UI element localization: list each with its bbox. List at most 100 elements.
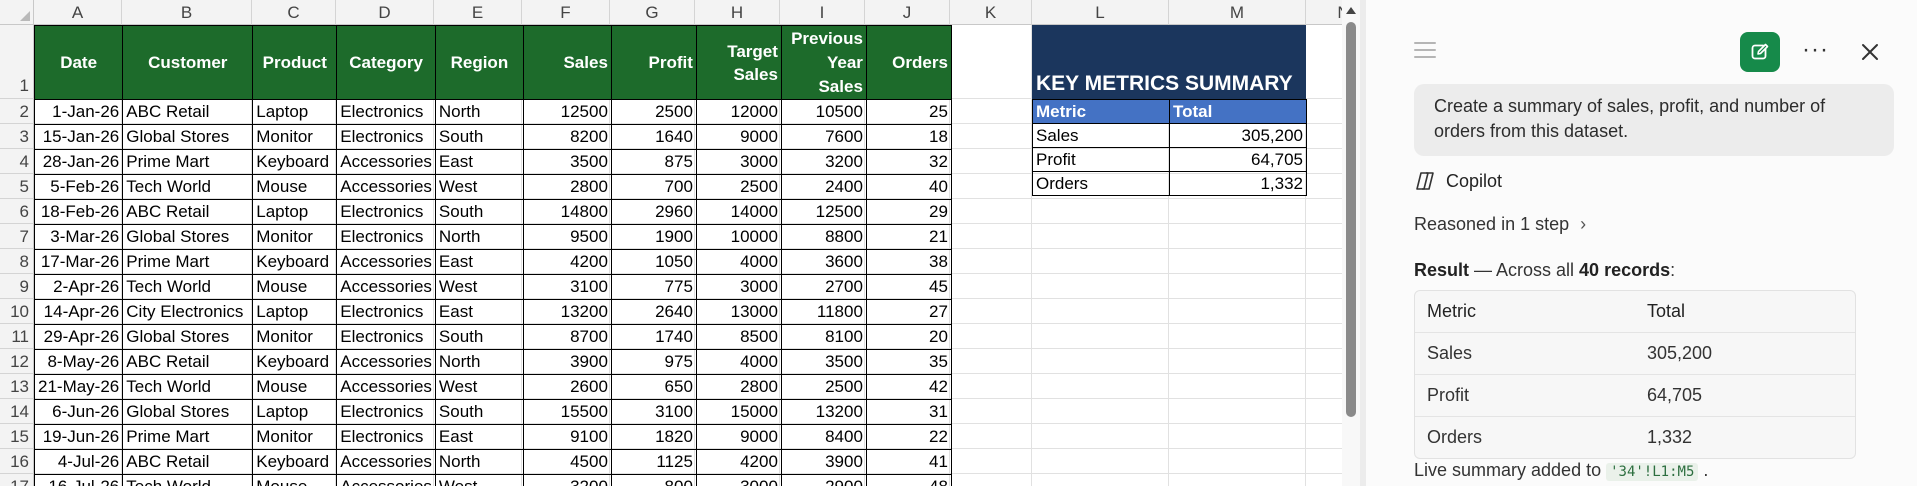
cell[interactable]: 21-May-26 (33, 374, 124, 400)
cell[interactable]: 2960 (610, 199, 697, 225)
header-cell[interactable]: Orders (865, 25, 952, 100)
cell[interactable]: 2500 (610, 99, 697, 125)
cell[interactable]: 7600 (780, 124, 867, 150)
cell[interactable]: Electronics (336, 224, 436, 250)
cell[interactable]: Global Stores (122, 124, 254, 150)
cell[interactable]: 2600 (522, 374, 612, 400)
cell[interactable]: Prime Mart (122, 149, 254, 175)
cell[interactable]: 14-Apr-26 (33, 299, 124, 325)
row-header[interactable]: 16 (0, 449, 34, 474)
column-header[interactable]: J (865, 0, 950, 25)
cell[interactable]: 4-Jul-26 (33, 449, 124, 475)
cell[interactable]: 27 (865, 299, 952, 325)
row-header[interactable]: 9 (0, 274, 34, 299)
cell[interactable]: ABC Retail (122, 349, 254, 375)
cell[interactable]: Mouse (252, 174, 338, 200)
cell[interactable]: South (434, 199, 524, 225)
cell[interactable]: 32 (865, 149, 952, 175)
cell[interactable]: 6-Jun-26 (33, 399, 124, 425)
cell[interactable]: 2500 (695, 174, 782, 200)
cell[interactable]: Laptop (252, 99, 338, 125)
cell[interactable]: Global Stores (122, 224, 254, 250)
column-header[interactable]: I (780, 0, 865, 25)
cell[interactable]: North (434, 449, 524, 475)
cell[interactable]: 18 (865, 124, 952, 150)
cell[interactable]: 2700 (780, 274, 867, 300)
cell[interactable]: Global Stores (122, 399, 254, 425)
cell[interactable]: Laptop (252, 399, 338, 425)
row-header[interactable]: 2 (0, 99, 34, 124)
cell[interactable]: 18-Feb-26 (33, 199, 124, 225)
row-header[interactable]: 7 (0, 224, 34, 249)
cell[interactable]: 25 (865, 99, 952, 125)
cell[interactable]: 3100 (610, 399, 697, 425)
cell[interactable]: 38 (865, 249, 952, 275)
cell[interactable]: Electronics (336, 299, 436, 325)
cell[interactable]: 9100 (522, 424, 612, 450)
cell[interactable]: 3000 (695, 474, 782, 486)
summary-cell[interactable]: Sales (1032, 123, 1170, 148)
cell[interactable]: Electronics (336, 424, 436, 450)
cell[interactable]: 3900 (780, 449, 867, 475)
cell[interactable]: 12000 (695, 99, 782, 125)
summary-cell[interactable]: 64,705 (1169, 147, 1307, 172)
cell[interactable]: 13200 (522, 299, 612, 325)
header-cell[interactable]: Previous Year Sales (780, 25, 867, 100)
cell[interactable]: West (434, 174, 524, 200)
column-header[interactable]: N (1306, 0, 1342, 25)
scroll-up-icon[interactable] (1346, 7, 1356, 14)
cell[interactable]: Mouse (252, 474, 338, 486)
cell[interactable]: Tech World (122, 374, 254, 400)
cell[interactable]: 3500 (522, 149, 612, 175)
cell[interactable]: 4000 (695, 249, 782, 275)
cell[interactable]: 3-Mar-26 (33, 224, 124, 250)
cell[interactable]: Mouse (252, 274, 338, 300)
cell[interactable]: 14800 (522, 199, 612, 225)
cell[interactable]: 9500 (522, 224, 612, 250)
cell[interactable]: Accessories (336, 149, 436, 175)
cell[interactable]: Monitor (252, 224, 338, 250)
cell[interactable]: 15000 (695, 399, 782, 425)
summary-cell[interactable]: 305,200 (1169, 123, 1307, 148)
cell[interactable]: 13200 (780, 399, 867, 425)
cell[interactable]: East (434, 149, 524, 175)
summary-header-cell[interactable]: Metric (1032, 99, 1170, 124)
cell[interactable]: Electronics (336, 199, 436, 225)
cell[interactable]: 1900 (610, 224, 697, 250)
vertical-scrollbar[interactable] (1342, 0, 1360, 486)
cell[interactable]: South (434, 324, 524, 350)
cell[interactable]: North (434, 99, 524, 125)
column-header[interactable]: M (1169, 0, 1306, 25)
cell[interactable]: 35 (865, 349, 952, 375)
cell[interactable]: 15500 (522, 399, 612, 425)
menu-icon[interactable] (1414, 42, 1436, 60)
cell[interactable]: 40 (865, 174, 952, 200)
header-cell[interactable]: Profit (610, 25, 697, 100)
cell[interactable]: Tech World (122, 474, 254, 486)
row-header[interactable]: 8 (0, 249, 34, 274)
cell[interactable]: Monitor (252, 424, 338, 450)
cell[interactable]: 4000 (695, 349, 782, 375)
cell[interactable]: 3000 (695, 149, 782, 175)
cell[interactable]: Mouse (252, 374, 338, 400)
cell[interactable]: Electronics (336, 99, 436, 125)
cell[interactable]: Electronics (336, 124, 436, 150)
cell[interactable]: North (434, 349, 524, 375)
cell[interactable]: 16-Jul-26 (33, 474, 124, 486)
cell[interactable]: 15-Jan-26 (33, 124, 124, 150)
cell[interactable]: 2900 (780, 474, 867, 486)
cell[interactable]: Accessories (336, 174, 436, 200)
cell[interactable]: 2800 (695, 374, 782, 400)
cell[interactable]: 45 (865, 274, 952, 300)
row-header[interactable]: 15 (0, 424, 34, 449)
live-ref[interactable]: '34'!L1:M5 (1606, 463, 1699, 481)
cell[interactable]: Accessories (336, 274, 436, 300)
cell[interactable]: 2640 (610, 299, 697, 325)
column-header[interactable]: D (336, 0, 434, 25)
cell[interactable]: Keyboard (252, 349, 338, 375)
row-header[interactable]: 13 (0, 374, 34, 399)
column-header[interactable]: B (122, 0, 252, 25)
cell[interactable]: 21 (865, 224, 952, 250)
cell[interactable]: 19-Jun-26 (33, 424, 124, 450)
cell[interactable]: 3600 (780, 249, 867, 275)
